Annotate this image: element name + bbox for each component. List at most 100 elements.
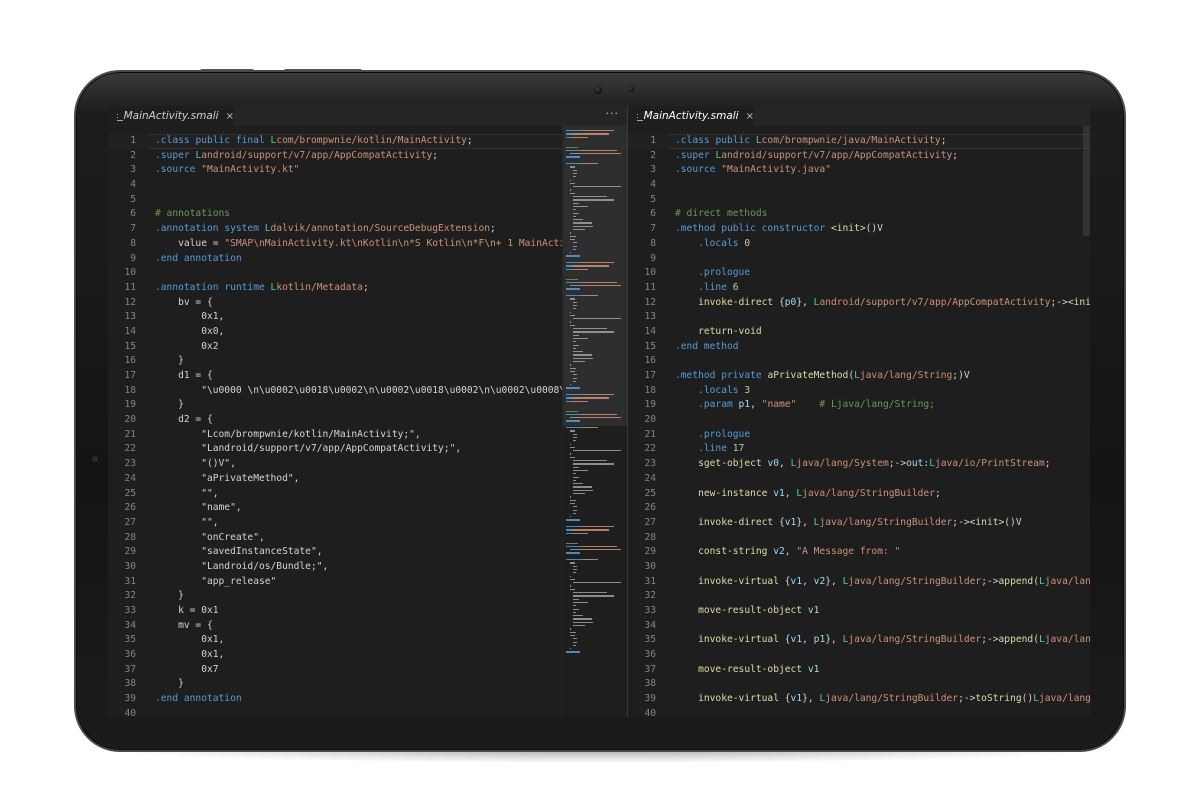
code-line[interactable]: 8 value = "SMAP\nMainActivity.kt\nKotlin… (108, 237, 627, 252)
minimap-stroke (575, 285, 621, 287)
code-line[interactable]: 20 (628, 413, 1090, 428)
code-line[interactable]: 21 "Lcom/brompwnie/kotlin/MainActivity;"… (108, 428, 627, 443)
code-line[interactable]: 8 .locals 0 (628, 237, 1090, 252)
code-line[interactable]: 33 k = 0x1 (108, 604, 627, 619)
code-text: .end annotation (155, 692, 242, 707)
code-line[interactable]: 18 .locals 3 (628, 384, 1090, 399)
code-line[interactable]: 13 (628, 310, 1090, 325)
code-line[interactable]: 7 .annotation system Ldalvik/annotation/S… (108, 222, 627, 237)
code-line[interactable]: 1 .class public Lcom/brompwnie/java/MainA… (628, 134, 1090, 149)
code-line[interactable]: 11 .line 6 (628, 281, 1090, 296)
code-token: android/support/v7/app/AppCompatActivity (819, 296, 1051, 308)
code-line[interactable]: 30 (628, 560, 1090, 575)
code-line[interactable]: 11 .annotation runtime Lkotlin/Metadata; (108, 281, 627, 296)
code-line[interactable]: 12 bv = { (108, 296, 627, 311)
code-line[interactable]: 6 # direct methods (628, 207, 1090, 222)
code-line[interactable]: 23 "()V", (108, 457, 627, 472)
code-token: v2 (773, 546, 785, 558)
code-line[interactable]: 28 "onCreate", (108, 531, 627, 546)
code-line[interactable]: 31 invoke-virtual {v1, v2}, Ljava/lang/S… (628, 575, 1090, 590)
code-line[interactable]: 31 "app_release" (108, 575, 627, 590)
code-line[interactable]: 37 move-result-object v1 (628, 663, 1090, 678)
code-line[interactable]: 33 move-result-object v1 (628, 604, 1090, 619)
code-line[interactable]: 17 .method private aPrivateMethod(Ljava/l… (628, 369, 1090, 384)
code-line[interactable]: 29 const-string v2, "A Message from: " (628, 545, 1090, 560)
code-line[interactable]: 5 (108, 193, 627, 208)
code-line[interactable]: 25 "", (108, 487, 627, 502)
close-icon[interactable]: × (226, 111, 234, 122)
code-line[interactable]: 23 sget-object v0, Ljava/lang/System;->o… (628, 457, 1090, 472)
code-line[interactable]: 18 "\u0000 \n\u0002\u0018\u0002\n\u0002\… (108, 384, 627, 399)
code-line[interactable]: 38 (628, 677, 1090, 692)
code-line[interactable]: 16 (628, 354, 1090, 369)
code-line[interactable]: 35 0x1, (108, 633, 627, 648)
minimap-stroke (582, 545, 617, 548)
code-line[interactable]: 15 .end method (628, 340, 1090, 355)
code-line[interactable]: 15 0x2 (108, 340, 627, 355)
code-line[interactable]: 32 (628, 589, 1090, 604)
code-line[interactable]: 5 (628, 193, 1090, 208)
code-line[interactable]: 35 invoke-virtual {v1, p1}, Ljava/lang/S… (628, 633, 1090, 648)
code-line[interactable]: 37 0x7 (108, 663, 627, 678)
code-line[interactable]: 24 (628, 472, 1090, 487)
code-line[interactable]: 14 0x0, (108, 325, 627, 340)
code-line[interactable]: 17 d1 = { (108, 369, 627, 384)
code-line[interactable]: 14 return-void (628, 325, 1090, 340)
code-line[interactable]: 26 "name", (108, 501, 627, 516)
code-line[interactable]: 2 .super Landroid/support/v7/app/AppCompa… (628, 149, 1090, 164)
code-line[interactable]: 27 invoke-direct {v1}, Ljava/lang/String… (628, 516, 1090, 531)
code-line[interactable]: 9 .end annotation (108, 252, 627, 267)
code-line[interactable]: 4 (108, 178, 627, 193)
code-line[interactable]: 22 "Landroid/support/v7/app/AppCompatAct… (108, 442, 627, 457)
code-line[interactable]: 38 } (108, 677, 627, 692)
minimap[interactable] (562, 126, 627, 717)
code-line[interactable]: 1 .class public final Lcom/brompwnie/kotl… (108, 134, 627, 149)
code-line[interactable]: 39 .end annotation (108, 692, 627, 707)
code-line[interactable]: 10 (108, 266, 627, 281)
code-line[interactable]: 40 (108, 707, 627, 717)
tab-main-activity-java[interactable]: MainActivity.smali × (628, 106, 754, 126)
vertical-scrollbar[interactable] (1083, 126, 1090, 236)
code-line[interactable]: 6 # annotations (108, 207, 627, 222)
code-line[interactable]: 9 (628, 252, 1090, 267)
code-line[interactable]: 20 d2 = { (108, 413, 627, 428)
code-line[interactable]: 30 "Landroid/os/Bundle;", (108, 560, 627, 575)
code-line[interactable]: 36 0x1, (108, 648, 627, 663)
code-line[interactable]: 7 .method public constructor <init>()V (628, 222, 1090, 237)
code-line[interactable]: 24 "aPrivateMethod", (108, 472, 627, 487)
code-line[interactable]: 34 (628, 619, 1090, 634)
code-line[interactable]: 4 (628, 178, 1090, 193)
code-line[interactable]: 29 "savedInstanceState", (108, 545, 627, 560)
code-line[interactable]: 32 } (108, 589, 627, 604)
code-line[interactable]: 19 } (108, 398, 627, 413)
code-line[interactable]: 26 (628, 501, 1090, 516)
code-line[interactable]: 21 .prologue (628, 428, 1090, 443)
line-number: 35 (124, 634, 136, 646)
code-line[interactable]: 2 .super Landroid/support/v7/app/AppCompa… (108, 149, 627, 164)
code-editor-left[interactable]: 1 .class public final Lcom/brompwnie/kotl… (108, 134, 627, 717)
code-line[interactable]: 10 .prologue (628, 266, 1090, 281)
code-line[interactable]: 16 } (108, 354, 627, 369)
close-icon[interactable]: × (746, 111, 754, 122)
code-editor-right[interactable]: 1 .class public Lcom/brompwnie/java/MainA… (628, 134, 1090, 717)
code-line[interactable]: 36 (628, 648, 1090, 663)
code-line[interactable]: 40 (628, 707, 1090, 717)
code-line[interactable]: 3 .source "MainActivity.kt" (108, 163, 627, 178)
code-line[interactable]: 27 "", (108, 516, 627, 531)
code-token: .super (675, 149, 716, 161)
code-token: .end method (675, 340, 739, 352)
code-line[interactable]: 39 invoke-virtual {v1}, Ljava/lang/Strin… (628, 692, 1090, 707)
code-line[interactable]: 12 invoke-direct {p0}, Landroid/support/… (628, 296, 1090, 311)
code-line[interactable]: 34 mv = { (108, 619, 627, 634)
tab-main-activity-kotlin[interactable]: MainActivity.smali × (108, 106, 234, 126)
code-line[interactable]: 25 new-instance v1, Ljava/lang/StringBui… (628, 487, 1090, 502)
more-actions-icon[interactable]: ··· (606, 107, 620, 120)
code-line[interactable]: 19 .param p1, "name" # Ljava/lang/String… (628, 398, 1090, 413)
code-line[interactable]: 28 (628, 531, 1090, 546)
code-line[interactable]: 13 0x1, (108, 310, 627, 325)
code-line[interactable]: 3 .source "MainActivity.java" (628, 163, 1090, 178)
code-token: aPrivateMethod (767, 370, 849, 381)
code-line[interactable]: 22 .line 17 (628, 442, 1090, 457)
